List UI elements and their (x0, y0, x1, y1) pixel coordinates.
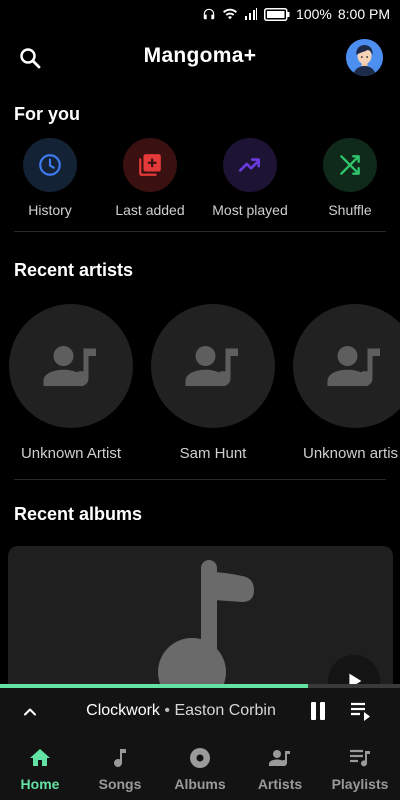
battery-percent: 100% (296, 6, 332, 22)
song-title: Clockwork (86, 702, 160, 719)
progress-fill (0, 684, 308, 688)
artist-name: Sam Hunt (179, 445, 247, 462)
nav-playlists[interactable]: Playlists (320, 746, 400, 792)
last-added-shortcut[interactable]: Last added (100, 138, 200, 218)
artist-card[interactable]: Unknown artis (293, 304, 400, 462)
artist-placeholder-icon (327, 346, 380, 387)
nav-artists-label: Artists (257, 776, 303, 792)
playlist-icon (350, 749, 370, 767)
nav-artists[interactable]: Artists (240, 746, 320, 792)
divider (14, 231, 386, 232)
for-you-row: History Last added Most played Shuffle (0, 138, 400, 222)
nav-songs-label: Songs (98, 776, 142, 792)
song-artist: Easton Corbin (174, 702, 276, 719)
nav-albums-label: Albums (174, 776, 226, 792)
app-header: Mangoma+ (0, 28, 400, 88)
recent-albums-title: Recent albums (14, 504, 143, 524)
artist-card[interactable]: Sam Hunt (151, 304, 275, 462)
mini-player[interactable]: Clockwork • Easton Corbin (0, 684, 400, 738)
nav-songs[interactable]: Songs (80, 746, 160, 792)
album-card[interactable] (8, 546, 393, 706)
clock-time: 8:00 PM (337, 6, 390, 22)
avatar[interactable] (346, 39, 383, 76)
trending-up-icon (238, 158, 260, 172)
recent-artists-title: Recent artists (14, 260, 134, 280)
progress-track[interactable] (0, 684, 400, 688)
chevron-up-icon[interactable] (20, 702, 40, 722)
album-icon (190, 748, 210, 768)
shuffle-shortcut[interactable]: Shuffle (300, 138, 400, 218)
headphones-icon (203, 8, 215, 20)
for-you-title: For you (14, 104, 80, 124)
wifi-icon (223, 8, 238, 20)
library-add-icon (139, 154, 161, 176)
status-bar: 100% 8:00 PM (0, 0, 400, 28)
bottom-nav: Home Songs Albums Artists Playlists (0, 738, 400, 800)
history-label: History (28, 202, 72, 218)
separator: • (164, 702, 170, 719)
most-played-label: Most played (212, 202, 288, 218)
shuffle-label: Shuffle (328, 202, 372, 218)
history-shortcut[interactable]: History (0, 138, 100, 218)
artist-card[interactable]: Unknown Artist (9, 304, 133, 462)
music-note-icon (114, 749, 126, 767)
artist-name: Unknown artis (303, 445, 399, 462)
nav-albums[interactable]: Albums (160, 746, 240, 792)
artist-placeholder-icon (185, 346, 238, 387)
artist-icon (269, 750, 290, 767)
artist-placeholder-icon (43, 346, 96, 387)
most-played-shortcut[interactable]: Most played (200, 138, 300, 218)
nav-playlists-label: Playlists (331, 776, 389, 792)
artist-name: Unknown Artist (20, 445, 122, 462)
shuffle-icon (340, 155, 360, 175)
now-playing-text: Clockwork • Easton Corbin (56, 702, 306, 720)
nav-home[interactable]: Home (0, 746, 80, 792)
clock-icon (39, 154, 61, 176)
signal-icon (245, 8, 258, 20)
divider (14, 479, 386, 480)
pause-icon[interactable] (306, 699, 330, 723)
home-icon (30, 749, 50, 766)
battery-icon (264, 7, 290, 21)
nav-home-label: Home (20, 776, 60, 792)
queue-icon[interactable] (349, 701, 373, 723)
last-added-label: Last added (115, 202, 185, 218)
user-avatar-icon (346, 39, 383, 76)
app-title: Mangoma+ (143, 44, 257, 67)
